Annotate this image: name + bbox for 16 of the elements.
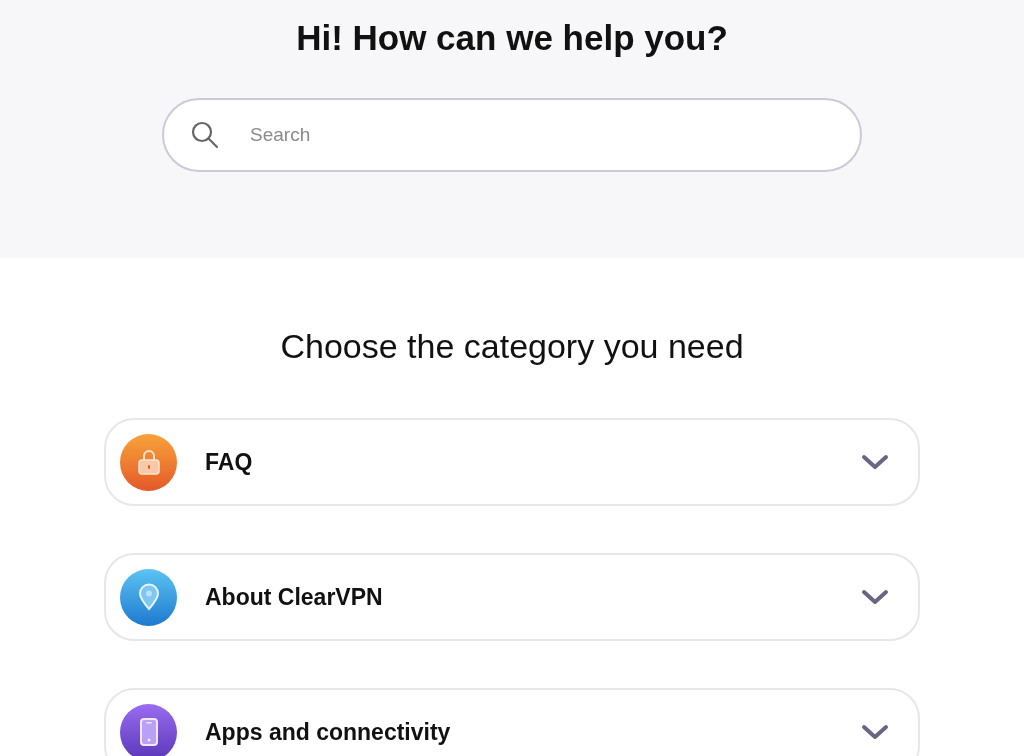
category-card[interactable]: Apps and connectivity: [104, 688, 920, 756]
category-label: FAQ: [205, 447, 254, 477]
category-card[interactable]: FAQ: [104, 418, 920, 506]
page-title: Hi! How can we help you?: [296, 17, 728, 59]
category-label: Apps and connectivity: [205, 717, 452, 747]
location-pin-icon: [137, 583, 160, 611]
chevron-icon: [860, 452, 890, 472]
search-field[interactable]: Search: [162, 98, 862, 172]
chevron-icon: [860, 722, 890, 742]
category-card[interactable]: About ClearVPN: [104, 553, 920, 641]
lock-icon: [136, 449, 161, 475]
section-heading: Choose the category you need: [280, 326, 744, 367]
search-icon: [190, 120, 220, 150]
category-label: About ClearVPN: [205, 582, 384, 612]
chevron-icon: [860, 587, 890, 607]
smartphone-icon: [138, 717, 159, 747]
